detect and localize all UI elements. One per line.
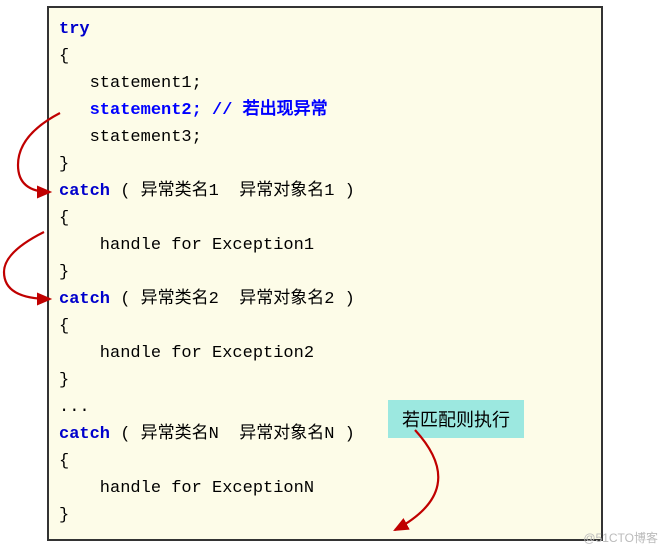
statement2: statement2; bbox=[90, 101, 202, 120]
catch2-keyword: catch bbox=[59, 290, 110, 309]
brace-open-4: { bbox=[59, 448, 601, 475]
catch2-line: catch ( 异常类名2 异常对象名2 ) bbox=[59, 286, 601, 313]
exception-comment: // 若出现异常 bbox=[212, 101, 328, 120]
brace-close-4: } bbox=[59, 502, 601, 529]
brace-close-2: } bbox=[59, 259, 601, 286]
watermark: @51CTO博客 bbox=[583, 529, 658, 546]
brace-open-3: { bbox=[59, 313, 601, 340]
catch1-line: catch ( 异常类名1 异常对象名1 ) bbox=[59, 178, 601, 205]
match-label: 若匹配则执行 bbox=[388, 400, 524, 438]
statement1: statement1; bbox=[59, 70, 601, 97]
brace-close-1: } bbox=[59, 151, 601, 178]
statement2-line: statement2; // 若出现异常 bbox=[59, 97, 601, 124]
statement3: statement3; bbox=[59, 124, 601, 151]
try-keyword: try bbox=[59, 20, 90, 39]
catchN-keyword: catch bbox=[59, 425, 110, 444]
brace-open-2: { bbox=[59, 205, 601, 232]
handle2: handle for Exception2 bbox=[59, 340, 601, 367]
brace-open-1: { bbox=[59, 43, 601, 70]
catch1-keyword: catch bbox=[59, 182, 110, 201]
code-figure: try { statement1; statement2; // 若出现异常 s… bbox=[0, 0, 664, 552]
code-box: try { statement1; statement2; // 若出现异常 s… bbox=[47, 6, 603, 541]
brace-close-3: } bbox=[59, 367, 601, 394]
handle1: handle for Exception1 bbox=[59, 232, 601, 259]
handleN: handle for ExceptionN bbox=[59, 475, 601, 502]
